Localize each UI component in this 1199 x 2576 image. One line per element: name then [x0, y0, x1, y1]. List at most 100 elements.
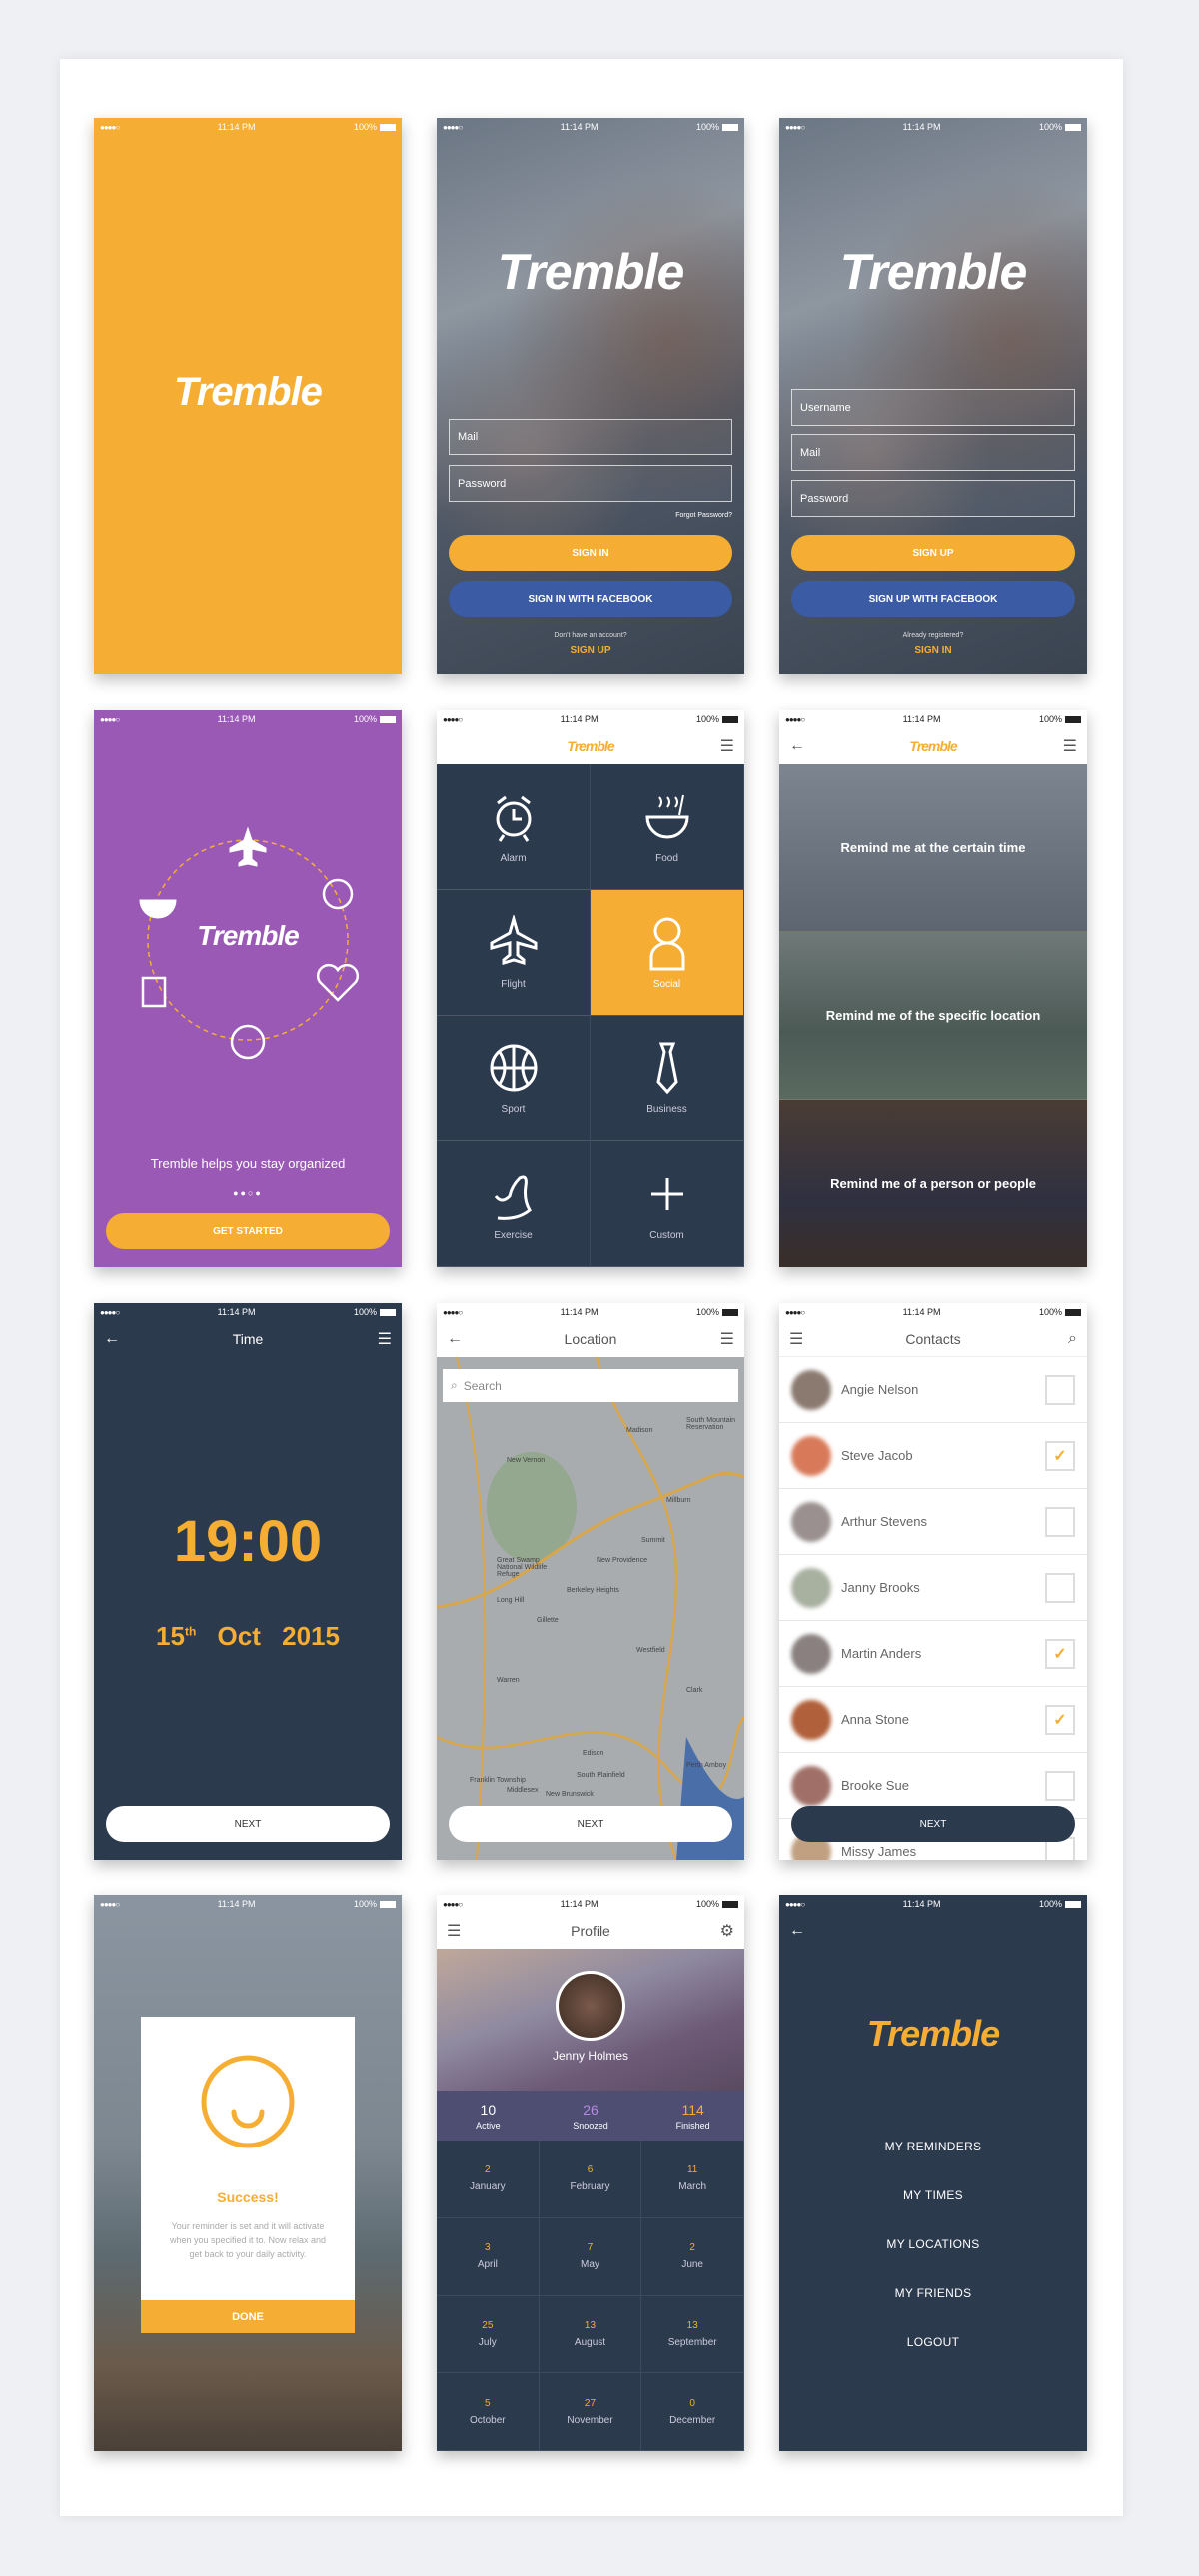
back-arrow-icon[interactable]: ← [104, 1330, 120, 1348]
signal-indicator: ●●●●○ [443, 1307, 463, 1317]
next-button[interactable]: NEXT [449, 1806, 732, 1842]
month-cell[interactable]: 2 January [437, 2141, 540, 2218]
contact-row[interactable]: Arthur Stevens [779, 1489, 1087, 1555]
month-cell[interactable]: 6 February [539, 2141, 642, 2218]
mail-input[interactable]: Mail [791, 434, 1075, 471]
facebook-sign-in-button[interactable]: SIGN IN WITH FACEBOOK [449, 581, 732, 617]
menu-item-my-reminders[interactable]: MY REMINDERS [779, 2140, 1087, 2153]
category-custom[interactable]: Custom [591, 1141, 744, 1267]
time-display[interactable]: 19:00 [94, 1508, 402, 1575]
date-display[interactable]: 15th Oct 2015 [94, 1621, 402, 1652]
avatar[interactable] [556, 1971, 625, 2041]
category-food[interactable]: Food [591, 764, 744, 890]
page-indicator[interactable]: ●●○● [94, 1188, 402, 1198]
contact-checkbox[interactable]: ✓ [1045, 1440, 1075, 1471]
avatar [791, 1633, 831, 1674]
category-sport[interactable]: Sport [437, 1015, 591, 1142]
contact-row[interactable]: Angie Nelson [779, 1357, 1087, 1423]
month-cell[interactable]: 27 November [539, 2373, 642, 2451]
password-input[interactable]: Password [449, 465, 732, 502]
done-button[interactable]: DONE [141, 2300, 355, 2333]
stat-snoozed[interactable]: 26 Snoozed [540, 2091, 642, 2141]
menu-icon[interactable]: ☰ [447, 1921, 461, 1941]
status-bar: ●●●●○ 11:14 PM 100% [94, 1303, 402, 1321]
sign-up-button[interactable]: SIGN UP [791, 535, 1075, 571]
status-bar: ●●●●○ 11:14 PM 100% [437, 1303, 744, 1321]
back-arrow-icon[interactable]: ← [789, 1922, 805, 1940]
contact-checkbox[interactable] [1045, 1374, 1075, 1405]
menu-item-logout[interactable]: LOGOUT [779, 2335, 1087, 2349]
menu-icon[interactable]: ☰ [720, 736, 734, 756]
map-label: South Plainfield [577, 1772, 625, 1779]
date-month[interactable]: Oct [218, 1621, 261, 1651]
back-arrow-icon[interactable]: ← [447, 1330, 463, 1348]
month-cell[interactable]: 11 March [641, 2141, 744, 2218]
facebook-sign-up-button[interactable]: SIGN UP WITH FACEBOOK [791, 581, 1075, 617]
username-input[interactable]: Username [791, 389, 1075, 426]
password-input[interactable]: Password [791, 480, 1075, 517]
month-cell[interactable]: 0 December [641, 2373, 744, 2451]
month-name: November [567, 2414, 613, 2426]
map-label: Perth Amboy [686, 1762, 727, 1769]
contact-checkbox[interactable] [1045, 1572, 1075, 1603]
contact-row[interactable]: Janny Brooks [779, 1555, 1087, 1621]
month-cell[interactable]: 25 July [437, 2295, 540, 2374]
map[interactable]: Madison New Vernon South Mountain Reservat… [437, 1357, 744, 1860]
mail-input[interactable]: Mail [449, 419, 732, 455]
contact-checkbox[interactable]: ✓ [1045, 1704, 1075, 1735]
back-arrow-icon[interactable]: ← [789, 737, 805, 755]
sign-in-link[interactable]: SIGN IN [779, 645, 1087, 656]
month-cell[interactable]: 13 August [539, 2295, 642, 2374]
contact-row[interactable]: Anna Stone ✓ [779, 1687, 1087, 1753]
menu-item-my-times[interactable]: MY TIMES [779, 2188, 1087, 2202]
get-started-button[interactable]: GET STARTED [106, 1213, 390, 1249]
contact-row[interactable]: Steve Jacob ✓ [779, 1423, 1087, 1489]
month-cell[interactable]: 3 April [437, 2217, 540, 2296]
date-day[interactable]: 15 [156, 1621, 185, 1651]
app-logo: Tremble [197, 920, 299, 951]
reminder-option-person[interactable]: Remind me of a person or people [779, 1100, 1087, 1267]
gear-icon[interactable]: ⚙ [720, 1921, 734, 1941]
month-cell[interactable]: 5 October [437, 2373, 540, 2451]
search-icon[interactable]: ⌕ [1068, 1330, 1077, 1348]
category-business[interactable]: Business [591, 1015, 744, 1142]
month-cell[interactable]: 13 September [641, 2295, 744, 2374]
category-exercise[interactable]: Exercise [437, 1141, 591, 1267]
category-alarm[interactable]: Alarm [437, 764, 591, 890]
stat-value: 114 [681, 2101, 704, 2118]
category-flight[interactable]: Flight [437, 889, 591, 1016]
menu-item-my-friends[interactable]: MY FRIENDS [779, 2286, 1087, 2300]
reminder-option-time[interactable]: Remind me at the certain time [779, 764, 1087, 932]
stat-active[interactable]: 10 Active [437, 2091, 540, 2141]
next-button[interactable]: NEXT [791, 1806, 1075, 1842]
month-name: September [667, 2336, 717, 2348]
header: ← Tremble ☰ [779, 728, 1087, 764]
status-bar: ●●●●○ 11:14 PM 100% [779, 118, 1087, 136]
contact-name: Angie Nelson [841, 1382, 919, 1397]
forgot-password-link[interactable]: Forgot Password? [675, 512, 732, 519]
menu-icon[interactable]: ☰ [378, 1329, 392, 1349]
menu-icon[interactable]: ☰ [720, 1329, 734, 1349]
menu-icon[interactable]: ☰ [1063, 736, 1077, 756]
map-label: Great Swamp National Wildlife Refuge [497, 1557, 548, 1578]
category-social[interactable]: Social [591, 889, 744, 1016]
contact-checkbox[interactable] [1045, 1506, 1075, 1537]
next-button[interactable]: NEXT [106, 1806, 390, 1842]
battery-icon [722, 1309, 738, 1317]
search-input[interactable]: ⌕ Search [443, 1369, 738, 1402]
category-label: Social [652, 978, 681, 990]
menu-item-my-locations[interactable]: MY LOCATIONS [779, 2237, 1087, 2251]
contact-row[interactable]: Martin Anders ✓ [779, 1621, 1087, 1687]
date-year[interactable]: 2015 [282, 1621, 340, 1651]
month-cell[interactable]: 2 June [641, 2217, 744, 2296]
sign-up-link[interactable]: SIGN UP [437, 645, 744, 656]
profile-name: Jenny Holmes [552, 2049, 629, 2063]
contact-checkbox[interactable]: ✓ [1045, 1638, 1075, 1669]
contact-checkbox[interactable] [1045, 1770, 1075, 1801]
stat-finished[interactable]: 114 Finished [641, 2091, 744, 2141]
month-cell[interactable]: 7 May [539, 2217, 642, 2296]
reminder-option-location[interactable]: Remind me of the specific location [779, 932, 1087, 1100]
menu-icon[interactable]: ☰ [789, 1329, 803, 1349]
battery-level: 100% [1038, 122, 1062, 132]
sign-in-button[interactable]: SIGN IN [449, 535, 732, 571]
